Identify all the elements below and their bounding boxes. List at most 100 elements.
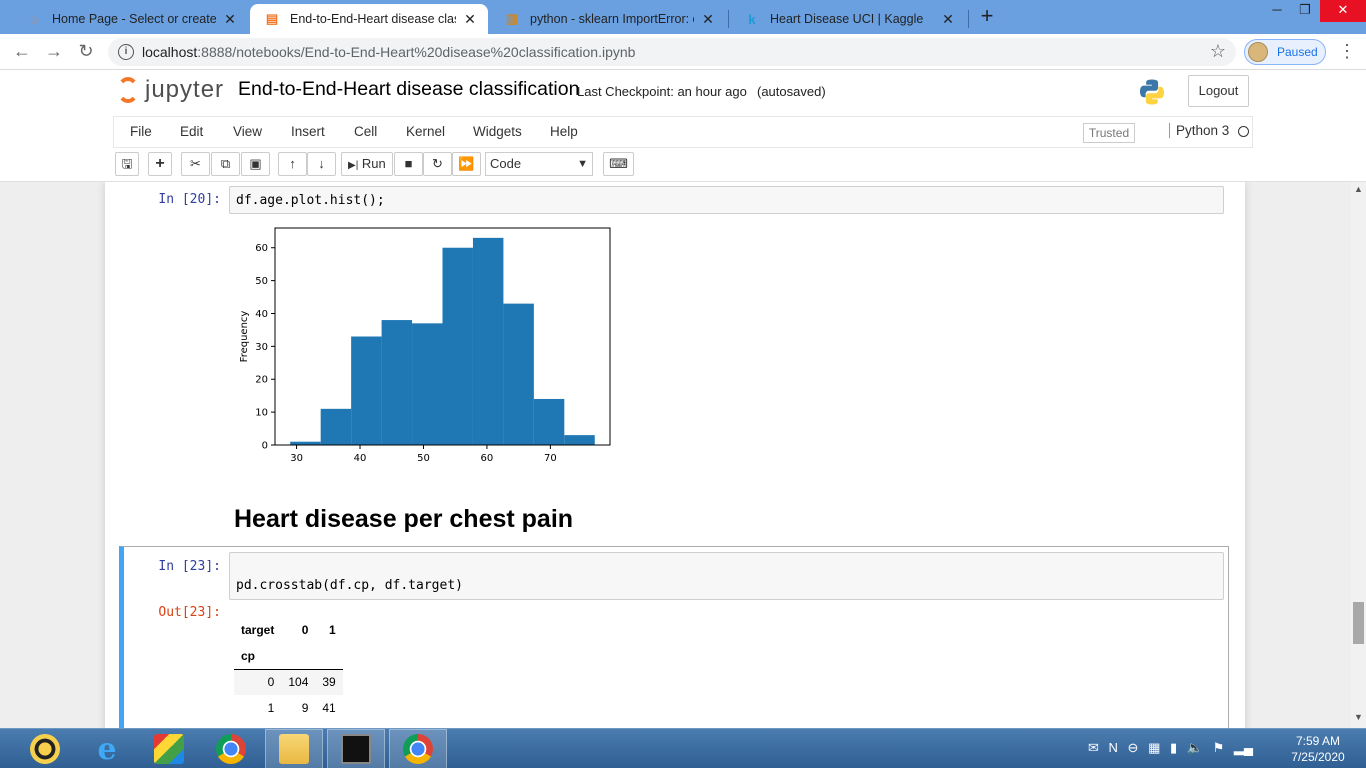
scrollbar-thumb[interactable]: [1353, 602, 1364, 644]
column-index-name: target: [241, 623, 275, 637]
menu-kernel[interactable]: Kernel: [406, 124, 445, 139]
histogram-bar: [503, 303, 534, 445]
histogram-bars: [290, 237, 595, 445]
kernel-name[interactable]: Python 3: [1169, 123, 1229, 138]
browser-tab-kaggle[interactable]: k Heart Disease UCI | Kaggle ✕: [730, 4, 966, 34]
back-icon[interactable]: ←: [10, 40, 34, 64]
jupyter-logo[interactable]: jupyter: [117, 76, 224, 104]
y-axis-ticks: 0 10 20 30 40 50 60: [255, 243, 275, 452]
autosave-status: (autosaved): [757, 84, 826, 99]
interrupt-icon[interactable]: ■: [394, 152, 423, 176]
profile-button[interactable]: Paused: [1244, 39, 1326, 65]
taskbar-cmd[interactable]: [327, 729, 385, 768]
jupyter-logo-icon: [117, 77, 139, 103]
move-down-icon[interactable]: ↓: [307, 152, 336, 176]
browser-tab-notebook[interactable]: ▤ End-to-End-Heart disease classifi ✕: [250, 4, 488, 34]
y-tick-label: 50: [255, 276, 268, 287]
histogram-bar: [472, 237, 504, 445]
checkpoint-status: Last Checkpoint: an hour ago: [577, 84, 747, 99]
close-tab-icon[interactable]: ✕: [700, 11, 716, 28]
new-tab-icon[interactable]: +: [976, 5, 998, 28]
start-button[interactable]: [16, 729, 74, 768]
cell-type-select[interactable]: Code ▼: [485, 152, 593, 176]
browser-tab-home[interactable]: ◌ Home Page - Select or create a n ✕: [12, 4, 248, 34]
menu-edit[interactable]: Edit: [180, 124, 203, 139]
url-field[interactable]: i localhost:8888/notebooks/End-to-End-He…: [108, 38, 1236, 66]
keyboard-icon[interactable]: ⌨: [603, 152, 634, 176]
menu-cell[interactable]: Cell: [354, 124, 377, 139]
close-tab-icon[interactable]: ✕: [462, 11, 478, 28]
y-tick-label: 0: [262, 441, 268, 452]
flag-icon[interactable]: ⚑: [1213, 740, 1225, 755]
output-prompt: Out[23]:: [158, 605, 221, 620]
page-scrollbar[interactable]: ▲ ▼: [1351, 182, 1366, 728]
taskbar-chrome[interactable]: [202, 729, 260, 768]
notebook-name[interactable]: End-to-End-Heart disease classification: [238, 78, 579, 101]
paste-icon[interactable]: ▣: [241, 152, 270, 176]
taskbar-explorer[interactable]: [265, 729, 323, 768]
taskbar-app[interactable]: [140, 729, 198, 768]
close-tab-icon[interactable]: ✕: [940, 11, 956, 28]
scroll-down-icon[interactable]: ▼: [1351, 712, 1366, 726]
bookmark-star-icon[interactable]: ☆: [1210, 41, 1226, 62]
logout-button[interactable]: Logout: [1188, 75, 1249, 107]
tab-title: Heart Disease UCI | Kaggle: [770, 12, 924, 26]
browser-tab-stackoverflow[interactable]: ▥ python - sklearn ImportError: can ✕: [490, 4, 726, 34]
profile-status: Paused: [1277, 45, 1318, 59]
column-header: 1: [329, 623, 336, 637]
move-up-icon[interactable]: ↑: [278, 152, 307, 176]
volume-icon[interactable]: 🔈: [1187, 740, 1203, 755]
minimize-icon[interactable]: ─: [1262, 0, 1292, 22]
copy-icon[interactable]: ⧉: [211, 152, 240, 176]
message-icon[interactable]: ✉: [1088, 740, 1099, 755]
window-close-icon[interactable]: ✕: [1320, 0, 1366, 22]
app-tray-icon[interactable]: ▦: [1148, 740, 1160, 755]
tab-separator: [728, 10, 729, 28]
minus-circle-icon[interactable]: ⊖: [1128, 740, 1139, 755]
x-tick-label: 30: [290, 453, 303, 464]
start-icon: [30, 734, 60, 764]
trusted-badge[interactable]: Trusted: [1083, 123, 1135, 143]
table-row: 1 9 41: [234, 695, 343, 721]
forward-icon[interactable]: →: [42, 40, 66, 64]
menu-view[interactable]: View: [233, 124, 262, 139]
folder-icon: [279, 734, 309, 764]
chrome-menu-icon[interactable]: ⋮: [1338, 42, 1356, 60]
insert-cell-icon[interactable]: +: [148, 152, 172, 176]
clock-time: 7:59 AM: [1295, 734, 1341, 748]
python-logo-icon: [1140, 79, 1164, 105]
code-cell-input[interactable]: pd.crosstab(df.cp, df.target): [229, 552, 1224, 600]
site-info-icon[interactable]: i: [118, 44, 134, 60]
system-tray: ✉ N ⊖ ▦ ▮ 🔈 ⚑ ▂▄: [1088, 740, 1253, 756]
tab-title: Home Page - Select or create a n: [52, 12, 216, 26]
run-button[interactable]: ▶| Run: [341, 152, 393, 176]
restart-icon[interactable]: ↻: [423, 152, 452, 176]
y-axis-label: Frequency: [239, 311, 250, 363]
table-cell: 104: [288, 675, 309, 690]
menu-help[interactable]: Help: [550, 124, 578, 139]
menu-file[interactable]: File: [130, 124, 152, 139]
age-histogram-chart: 0 10 20 30 40 50 60 30 40 50 60 70 Frequency: [239, 227, 611, 464]
histogram-bar: [320, 408, 352, 445]
menu-widgets[interactable]: Widgets: [473, 124, 522, 139]
close-tab-icon[interactable]: ✕: [222, 11, 238, 28]
reload-icon[interactable]: ↻: [74, 40, 98, 64]
scroll-up-icon[interactable]: ▲: [1351, 184, 1366, 198]
taskbar-clock[interactable]: 7:59 AM 7/25/2020: [1285, 733, 1351, 765]
fast-forward-icon[interactable]: ⏩: [452, 152, 481, 176]
taskbar-ie[interactable]: e: [78, 729, 136, 768]
network-sync-icon[interactable]: N: [1109, 740, 1118, 755]
save-icon[interactable]: 🖫: [115, 152, 139, 176]
menu-insert[interactable]: Insert: [291, 124, 325, 139]
battery-icon[interactable]: ▮: [1170, 740, 1177, 755]
taskbar-chrome-profile[interactable]: [389, 729, 447, 768]
restore-icon[interactable]: ❐: [1290, 0, 1320, 22]
code-cell-input[interactable]: df.age.plot.hist();: [229, 186, 1224, 214]
histogram-bar: [351, 336, 382, 445]
avatar: [1248, 42, 1268, 62]
signal-icon[interactable]: ▂▄: [1234, 740, 1253, 755]
table-cell: 39: [322, 675, 336, 690]
tab-title: End-to-End-Heart disease classifi: [290, 12, 456, 26]
clock-date: 7/25/2020: [1291, 750, 1345, 764]
cut-icon[interactable]: ✂: [181, 152, 210, 176]
